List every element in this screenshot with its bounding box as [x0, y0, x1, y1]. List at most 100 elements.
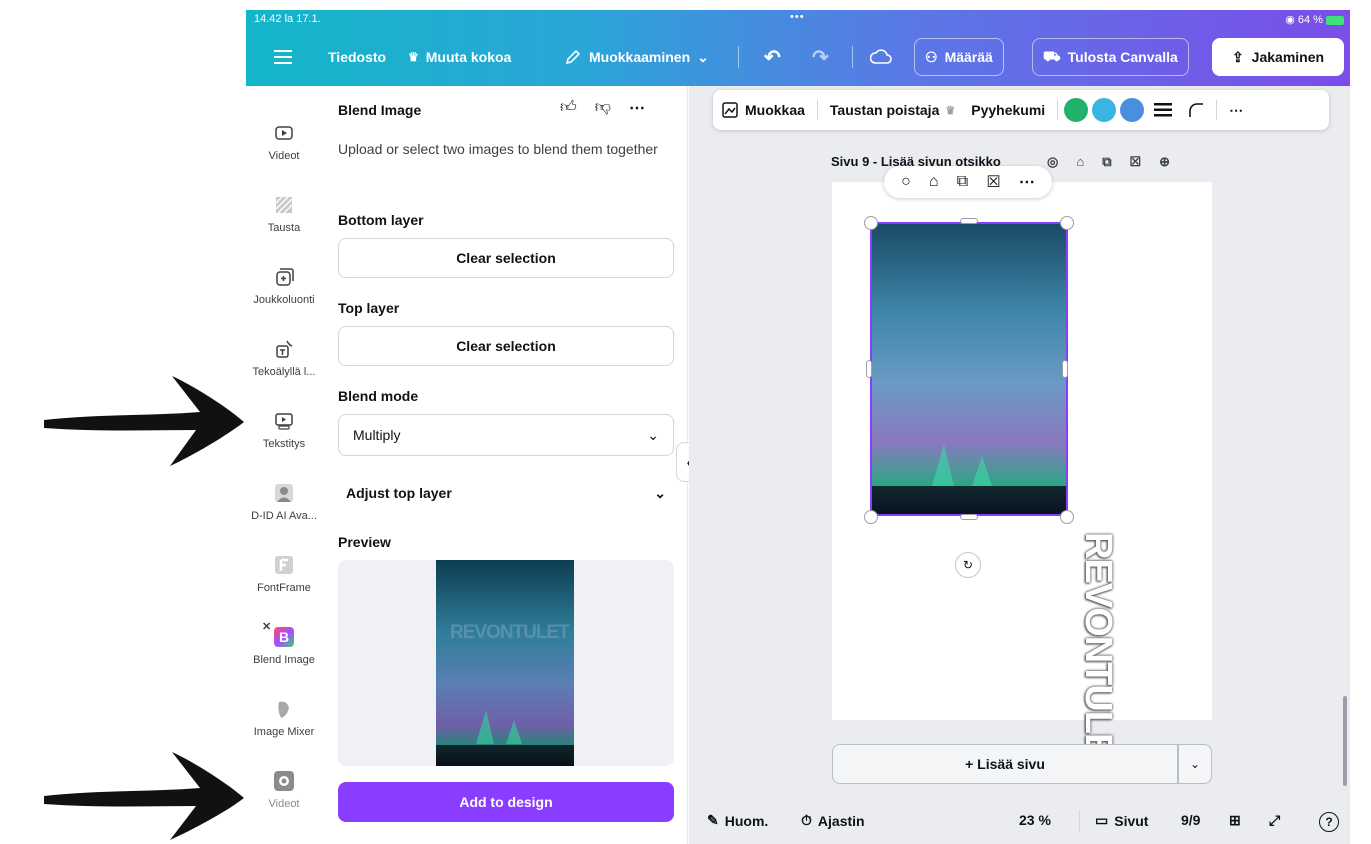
main-menu-button[interactable]	[274, 34, 292, 80]
editing-mode-button[interactable]: Muokkaaminen ⌄	[564, 34, 709, 80]
rail-item-d-id[interactable]: D-ID AI Ava...	[246, 482, 322, 522]
bulk-create-icon	[276, 268, 294, 286]
status-bar: 14.42 la 17.1. ••• ◉ 64 %	[246, 10, 1350, 30]
divider	[816, 100, 818, 120]
timer-icon: ⏱︎	[801, 812, 812, 828]
zoom-level[interactable]: 23 %	[1019, 812, 1051, 828]
chevron-down-icon: ⌄	[697, 48, 709, 65]
grid-icon: ⊞	[1229, 812, 1241, 828]
lines-icon	[1154, 103, 1173, 117]
thumbs-up-icon[interactable]: 👍︎	[560, 98, 577, 118]
preview-overlay-text: REVONTULET	[450, 622, 570, 643]
color-swatch-cyan[interactable]	[1092, 98, 1117, 122]
resize-handle-left[interactable]	[866, 360, 872, 378]
rail-item-image-mixer[interactable]: Image Mixer	[246, 698, 322, 738]
vertical-text-element[interactable]: REVONTULET	[1077, 532, 1119, 780]
rail-item-videot-2[interactable]: Videot	[246, 770, 322, 810]
lock-icon[interactable]: ⌂	[929, 173, 939, 191]
duplicate-icon[interactable]: ⧉	[1102, 154, 1111, 170]
count-button[interactable]: ⚇ Määrää	[914, 38, 1004, 76]
add-page-icon[interactable]: ⊕	[1159, 154, 1170, 170]
hide-page-icon[interactable]: ◎	[1047, 154, 1058, 170]
duplicate-icon[interactable]: ⧉	[957, 173, 968, 191]
chevron-down-icon: ⌄	[1189, 757, 1201, 771]
more-icon[interactable]: ⋯	[629, 98, 645, 118]
bottom-layer-clear-button[interactable]: Clear selection	[338, 238, 674, 278]
element-floating-toolbar: ○ ⌂ ⧉ ☒ ⋯	[884, 166, 1052, 198]
undo-button[interactable]: ↶	[764, 34, 781, 80]
multitask-dots[interactable]: •••	[790, 11, 805, 23]
edit-image-button[interactable]: Muokkaa	[713, 101, 813, 119]
rail-item-blend-image[interactable]: ✕ B Blend Image	[246, 621, 322, 666]
pages-button[interactable]: ▭ Sivut	[1095, 812, 1148, 829]
battery-icon	[1326, 15, 1344, 25]
notes-button[interactable]: ✎ Huom.	[707, 812, 768, 829]
adjust-top-layer-toggle[interactable]: Adjust top layer ⌄	[338, 472, 674, 514]
upload-icon: ⇪	[1231, 48, 1244, 65]
corner-rounding-button[interactable]	[1180, 102, 1212, 118]
blend-mode-value: Multiply	[353, 427, 401, 443]
ai-magic-icon	[276, 340, 293, 358]
border-style-button[interactable]	[1146, 103, 1180, 117]
corner-radius-icon	[1189, 103, 1204, 117]
rail-item-joukkoluonti[interactable]: Joukkoluonti	[246, 266, 322, 306]
print-button[interactable]: ⛟ Tulosta Canvalla	[1032, 38, 1189, 76]
resize-handle-top-right[interactable]	[1060, 216, 1074, 230]
thumbs-down-icon[interactable]: 👎︎	[595, 98, 611, 118]
video-app-icon	[274, 771, 294, 791]
share-button[interactable]: ⇪ Jakaminen	[1212, 38, 1344, 76]
undo-icon: ↶	[764, 46, 781, 69]
more-options-button[interactable]: ⋯	[1221, 102, 1251, 119]
file-menu[interactable]: Tiedosto	[328, 34, 386, 80]
design-page[interactable]	[832, 182, 1212, 720]
color-swatch-green[interactable]	[1064, 98, 1089, 122]
add-page-options-button[interactable]: ⌄	[1178, 744, 1212, 784]
pages-icon: ▭	[1095, 812, 1109, 828]
color-swatch-blue[interactable]	[1120, 98, 1145, 122]
rail-item-videot[interactable]: Videot	[246, 122, 322, 162]
cloud-check-icon	[870, 49, 892, 64]
resize-button[interactable]: ♛ Muuta kokoa	[408, 34, 511, 80]
crown-icon: ♛	[945, 104, 956, 117]
resize-handle-right[interactable]	[1062, 360, 1068, 378]
timer-button[interactable]: ⏱︎ Ajastin	[801, 812, 865, 829]
rail-item-tausta[interactable]: Tausta	[246, 194, 322, 234]
comment-icon[interactable]: ○	[901, 173, 911, 191]
selected-image[interactable]	[870, 222, 1068, 516]
cloud-save-button[interactable]	[870, 34, 892, 80]
top-layer-clear-button[interactable]: Clear selection	[338, 326, 674, 366]
resize-handle-bottom-right[interactable]	[1060, 510, 1074, 524]
help-icon: ?	[1325, 815, 1333, 829]
background-remover-button[interactable]: Taustan poistaja ♛	[822, 102, 963, 118]
rail-item-tekoalylla[interactable]: Tekoälyllä l...	[246, 338, 322, 378]
avatar-app-icon	[275, 484, 293, 502]
top-layer-label: Top layer	[338, 300, 400, 316]
annotation-arrow-icon	[44, 376, 244, 466]
top-bar: 14.42 la 17.1. ••• ◉ 64 % Tiedosto ♛ Muu…	[246, 10, 1350, 86]
canvas-scrollbar[interactable]	[1343, 696, 1347, 786]
image-edit-icon	[722, 102, 738, 118]
rotate-handle[interactable]: ↻	[955, 552, 981, 578]
resize-handle-bottom[interactable]	[960, 514, 978, 520]
help-button[interactable]: ?	[1319, 812, 1339, 832]
rail-item-fontframe[interactable]: FontFrame	[246, 554, 322, 594]
grid-view-button[interactable]: ⊞	[1229, 812, 1241, 829]
close-icon[interactable]: ✕	[262, 620, 271, 633]
add-page-button[interactable]: + Lisää sivu	[832, 744, 1178, 784]
rail-item-tekstitys[interactable]: Tekstitys	[246, 410, 322, 450]
fullscreen-button[interactable]: ⤢	[1269, 812, 1280, 829]
battery-status: ◉ 64 %	[1285, 13, 1344, 26]
trash-icon[interactable]: ☒	[986, 172, 1000, 192]
resize-handle-top[interactable]	[960, 218, 978, 224]
redo-button[interactable]: ↷	[812, 34, 829, 80]
menu-row: Tiedosto ♛ Muuta kokoa Muokkaaminen ⌄ ↶ …	[246, 34, 1350, 80]
expand-icon: ⤢	[1269, 812, 1281, 828]
trash-icon[interactable]: ☒	[1130, 154, 1142, 170]
more-icon[interactable]: ⋯	[1019, 172, 1035, 192]
blend-mode-select[interactable]: Multiply ⌄	[338, 414, 674, 456]
resize-handle-top-left[interactable]	[864, 216, 878, 230]
eraser-button[interactable]: Pyyhekumi	[963, 102, 1053, 118]
resize-handle-bottom-left[interactable]	[864, 510, 878, 524]
lock-icon[interactable]: ⌂	[1076, 154, 1084, 170]
add-to-design-button[interactable]: Add to design	[338, 782, 674, 822]
